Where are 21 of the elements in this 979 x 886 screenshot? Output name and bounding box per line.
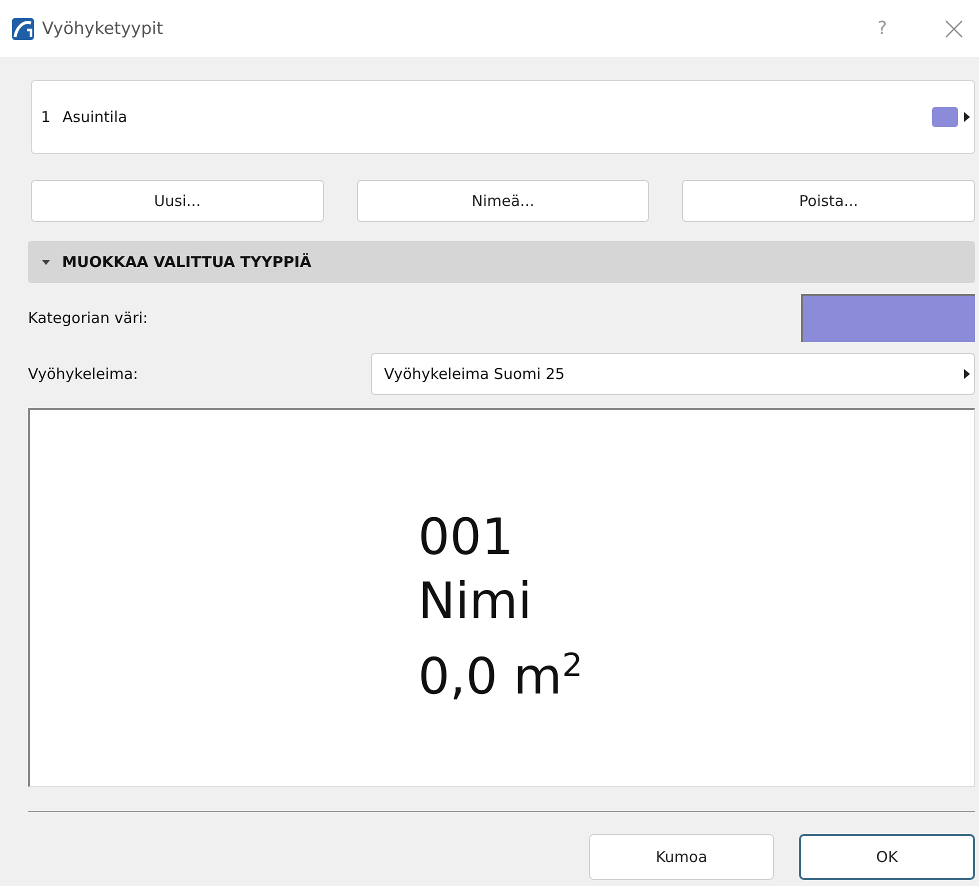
action-button[interactable]: Nimeä... bbox=[356, 180, 650, 222]
caret-icon bbox=[964, 369, 970, 379]
window-title: Vyöhyketyypit bbox=[42, 18, 164, 38]
type-name: Asuintila bbox=[62, 108, 128, 126]
close-button[interactable] bbox=[945, 20, 963, 38]
cancel-button[interactable]: Kumoa bbox=[589, 834, 774, 880]
field-label: Kategorian väri: bbox=[28, 309, 148, 327]
zone-stamp-dropdown[interactable]: Vyöhykeleima Suomi 25 bbox=[371, 353, 975, 395]
caret-icon[interactable] bbox=[964, 112, 970, 122]
field-label: Vyöhykeleima: bbox=[28, 365, 138, 383]
preview-text: 0,0 m$^{2}$ bbox=[418, 645, 582, 708]
preview-text: Nimi bbox=[418, 571, 533, 632]
section-header[interactable]: MUOKKAA VALITTUA TYYPPIÄ bbox=[28, 241, 975, 283]
type-number: 1 bbox=[41, 108, 51, 126]
app-logo-icon bbox=[12, 18, 34, 40]
action-button[interactable]: Poista... bbox=[682, 180, 976, 222]
ok-button[interactable]: OK bbox=[799, 834, 975, 880]
preview-text: 001 bbox=[418, 507, 514, 568]
section-title: MUOKKAA VALITTUA TYYPPIÄ bbox=[62, 253, 312, 271]
category-color-picker[interactable] bbox=[801, 294, 975, 342]
action-button[interactable]: Uusi... bbox=[31, 180, 324, 222]
